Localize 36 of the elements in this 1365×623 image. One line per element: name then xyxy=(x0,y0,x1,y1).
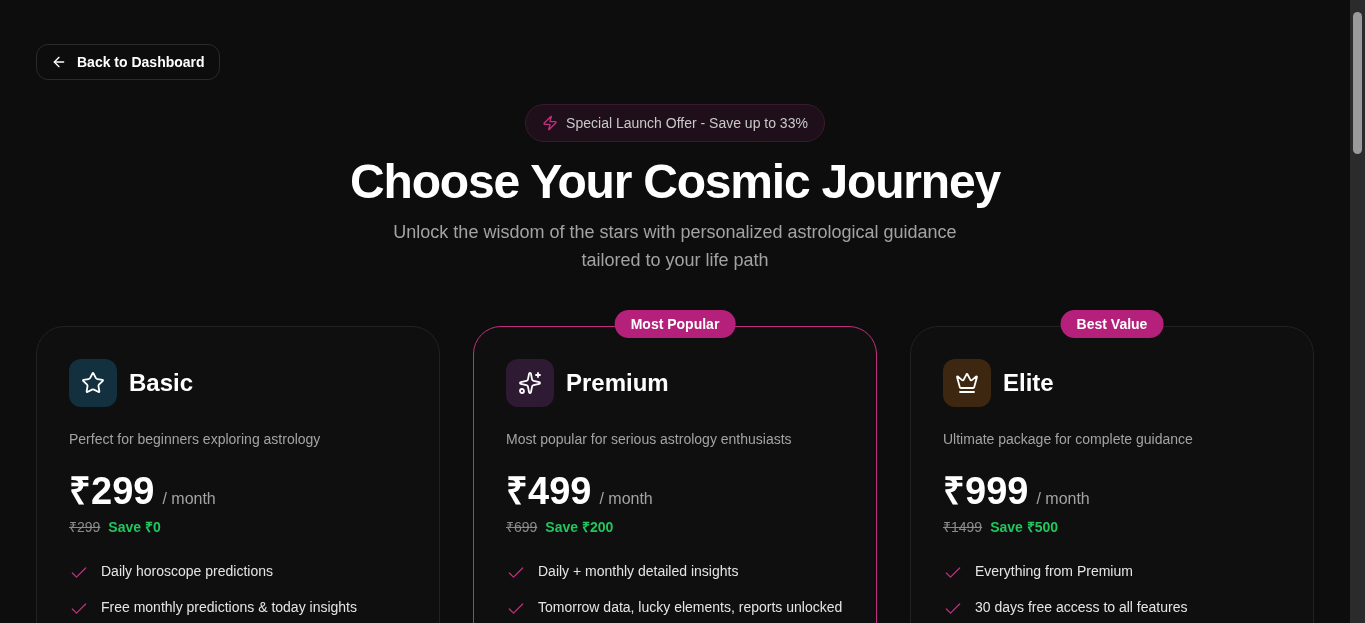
original-price: ₹299 xyxy=(69,518,101,537)
feature-text: Daily + monthly detailed insights xyxy=(538,562,739,581)
plan-name: Basic xyxy=(129,368,194,398)
feature-text: Free monthly predictions & today insights xyxy=(101,598,357,617)
feature-text: 30 days free access to all features xyxy=(975,598,1188,617)
price-period: / month xyxy=(599,489,653,509)
lightning-icon xyxy=(542,115,559,131)
plan-name: Elite xyxy=(1003,368,1054,398)
feature-text: Everything from Premium xyxy=(975,562,1133,581)
plan-description: Perfect for beginners exploring astrology xyxy=(69,430,322,449)
feature-text: Tomorrow data, lucky elements, reports unlocked xyxy=(538,598,843,617)
crown-icon xyxy=(955,371,979,395)
original-price: ₹699 xyxy=(506,518,538,537)
savings-label: Save ₹500 xyxy=(990,518,1059,537)
savings-label: Save ₹0 xyxy=(108,518,161,537)
original-price: ₹1499 xyxy=(943,518,983,537)
plan-description: Most popular for serious astrology enthusiasts xyxy=(506,430,793,449)
savings-label: Save ₹200 xyxy=(545,518,614,537)
price-period: / month xyxy=(1036,489,1090,509)
offer-badge: Special Launch Offer - Save up to 33% xyxy=(525,104,825,142)
plan-description: Ultimate package for complete guidance xyxy=(943,430,1194,449)
plan-price: ₹999 xyxy=(943,469,1029,513)
plan-name: Premium xyxy=(566,368,669,398)
sparkles-icon xyxy=(518,371,542,395)
plan-price: ₹499 xyxy=(506,469,592,513)
back-button[interactable]: Back to Dashboard xyxy=(36,44,220,80)
scrollbar[interactable] xyxy=(1350,0,1365,623)
star-icon xyxy=(81,371,105,395)
feature-text: Daily horoscope predictions xyxy=(101,562,273,581)
page-subtitle: Unlock the wisdom of the stars with personalized astrological guidance tailored to your life path xyxy=(392,221,958,272)
page-heading: Choose Your Cosmic Journey xyxy=(350,154,1000,210)
price-period: / month xyxy=(162,489,216,509)
plan-badge: Most Popular xyxy=(614,310,736,338)
scrollbar-thumb[interactable] xyxy=(1353,12,1362,154)
plan-badge: Best Value xyxy=(1060,310,1164,338)
plan-price: ₹299 xyxy=(69,469,155,513)
